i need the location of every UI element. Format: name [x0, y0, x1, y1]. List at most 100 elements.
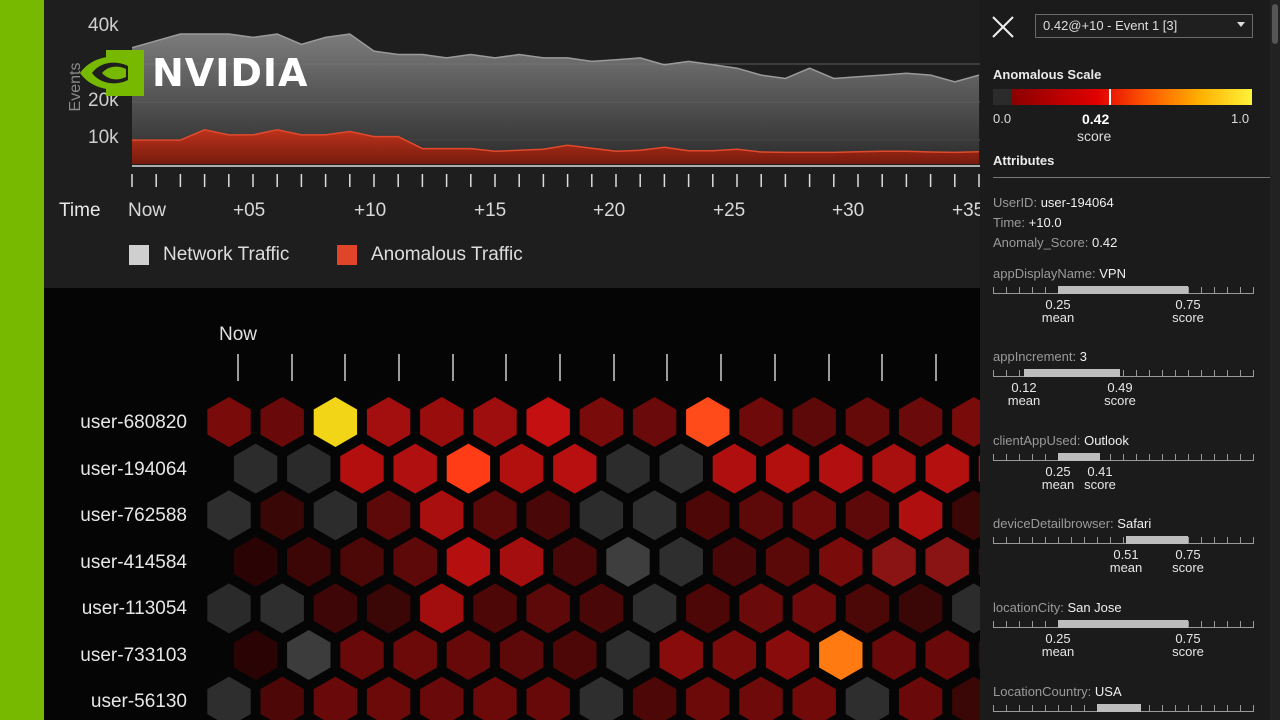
- scrollbar-thumb[interactable]: [1272, 4, 1278, 44]
- hex-cell[interactable]: [499, 536, 544, 587]
- hex-cell[interactable]: [952, 583, 980, 634]
- hex-cell[interactable]: [872, 443, 916, 494]
- legend-anomalous-traffic[interactable]: Anomalous Traffic: [337, 244, 523, 266]
- hex-cell[interactable]: [393, 536, 437, 587]
- hex-cell[interactable]: [606, 536, 650, 587]
- hex-cell[interactable]: [446, 630, 491, 680]
- hex-cell[interactable]: [659, 536, 703, 587]
- hex-cell[interactable]: [313, 397, 358, 447]
- hex-cell[interactable]: [207, 397, 251, 447]
- hex-cell[interactable]: [420, 490, 464, 541]
- hex-cell[interactable]: [526, 490, 570, 541]
- close-icon[interactable]: [990, 14, 1016, 40]
- hex-cell[interactable]: [313, 490, 358, 541]
- hex-cell[interactable]: [952, 490, 980, 541]
- hex-cell[interactable]: [207, 583, 251, 634]
- hex-cell[interactable]: [579, 676, 624, 720]
- hex-cell[interactable]: [340, 630, 384, 680]
- hex-cell[interactable]: [366, 397, 411, 447]
- hex-cell[interactable]: [632, 397, 677, 447]
- hex-cell[interactable]: [952, 397, 980, 447]
- hex-cell[interactable]: [898, 676, 943, 720]
- hex-cell[interactable]: [765, 536, 810, 587]
- hex-cell[interactable]: [925, 536, 969, 587]
- hex-cell[interactable]: [473, 490, 517, 541]
- hex-cell[interactable]: [499, 630, 544, 680]
- hex-cell[interactable]: [739, 676, 783, 720]
- hex-cell[interactable]: [366, 676, 411, 720]
- hex-cell[interactable]: [845, 490, 890, 541]
- hex-cell[interactable]: [553, 443, 597, 494]
- hex-cell[interactable]: [393, 443, 437, 494]
- hex-cell[interactable]: [313, 676, 358, 720]
- hex-cell[interactable]: [792, 676, 836, 720]
- hex-cell[interactable]: [287, 536, 331, 587]
- hex-cell[interactable]: [260, 490, 304, 541]
- hex-cell[interactable]: [313, 583, 358, 634]
- hex-cell[interactable]: [446, 443, 491, 494]
- hex-cell[interactable]: [632, 490, 677, 541]
- hex-cell[interactable]: [739, 583, 783, 634]
- legend-network-traffic[interactable]: Network Traffic: [129, 244, 289, 266]
- hex-cell[interactable]: [579, 490, 624, 541]
- hex-cell[interactable]: [526, 397, 570, 447]
- hex-cell[interactable]: [553, 630, 597, 680]
- hex-cell[interactable]: [686, 490, 730, 541]
- hex-cell[interactable]: [606, 443, 650, 494]
- hex-cell[interactable]: [952, 676, 980, 720]
- hex-cell[interactable]: [340, 536, 384, 587]
- hex-cell[interactable]: [686, 397, 730, 447]
- hex-cell[interactable]: [553, 536, 597, 587]
- hex-cell[interactable]: [526, 583, 570, 634]
- hex-cell[interactable]: [473, 397, 517, 447]
- hex-cell[interactable]: [739, 490, 783, 541]
- hex-cell[interactable]: [632, 583, 677, 634]
- hex-cell[interactable]: [393, 630, 437, 680]
- hex-cell[interactable]: [579, 583, 624, 634]
- hex-cell[interactable]: [792, 490, 836, 541]
- hex-cell[interactable]: [659, 630, 703, 680]
- hex-cell[interactable]: [233, 630, 278, 680]
- hex-cell[interactable]: [925, 630, 969, 680]
- hex-cell[interactable]: [366, 490, 411, 541]
- hex-cell[interactable]: [260, 583, 304, 634]
- hex-cell[interactable]: [845, 583, 890, 634]
- hex-cell[interactable]: [207, 490, 251, 541]
- hex-cell[interactable]: [579, 397, 624, 447]
- hex-cell[interactable]: [872, 630, 916, 680]
- hex-cell[interactable]: [207, 676, 251, 720]
- hex-cell[interactable]: [792, 583, 836, 634]
- hex-cell[interactable]: [632, 676, 677, 720]
- hex-cell[interactable]: [659, 443, 703, 494]
- event-select-dropdown[interactable]: 0.42@+10 - Event 1 [3]: [1035, 14, 1253, 38]
- hex-cell[interactable]: [686, 676, 730, 720]
- hex-cell[interactable]: [872, 536, 916, 587]
- hex-cell[interactable]: [819, 536, 863, 587]
- hex-cell[interactable]: [526, 676, 570, 720]
- hex-cell[interactable]: [712, 630, 757, 680]
- hex-cell[interactable]: [233, 443, 278, 494]
- hex-cell[interactable]: [739, 397, 783, 447]
- hex-cell[interactable]: [287, 443, 331, 494]
- hex-cell[interactable]: [819, 443, 863, 494]
- hex-cell[interactable]: [340, 443, 384, 494]
- hex-cell[interactable]: [765, 630, 810, 680]
- hex-cell[interactable]: [845, 397, 890, 447]
- hex-cell[interactable]: [287, 630, 331, 680]
- hex-cell[interactable]: [260, 397, 304, 447]
- hex-cell[interactable]: [765, 443, 810, 494]
- hex-cell[interactable]: [499, 443, 544, 494]
- hex-cell[interactable]: [898, 490, 943, 541]
- side-panel-scrollbar[interactable]: [1270, 0, 1280, 720]
- hex-cell[interactable]: [420, 397, 464, 447]
- hex-cell[interactable]: [845, 676, 890, 720]
- hex-cell[interactable]: [233, 536, 278, 587]
- hex-cell[interactable]: [898, 583, 943, 634]
- hex-cell[interactable]: [792, 397, 836, 447]
- hex-cell[interactable]: [366, 583, 411, 634]
- hex-cell[interactable]: [420, 583, 464, 634]
- hex-cell[interactable]: [473, 676, 517, 720]
- hex-cell[interactable]: [712, 536, 757, 587]
- hex-cell[interactable]: [260, 676, 304, 720]
- hex-cell[interactable]: [420, 676, 464, 720]
